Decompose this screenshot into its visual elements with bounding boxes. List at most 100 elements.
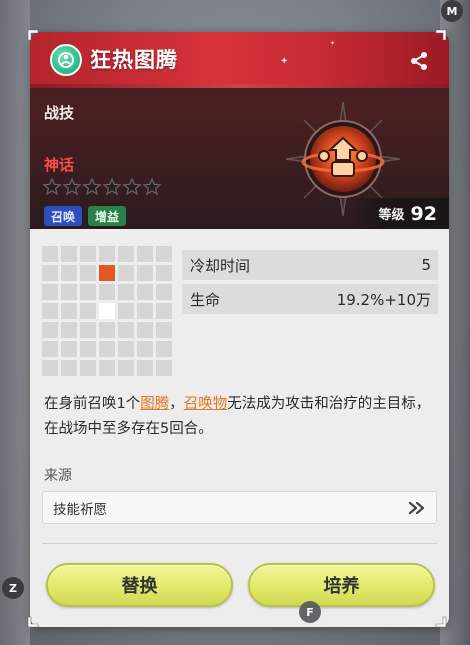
tag-summon: 召唤 [44, 206, 83, 226]
frame-corner-icon [26, 611, 44, 629]
stat-label: 冷却时间 [190, 256, 251, 275]
grid-cell [42, 360, 58, 376]
grid-cell [156, 265, 172, 281]
keyword-link-summon[interactable]: 召唤物 [184, 396, 228, 412]
grid-cell [118, 303, 134, 319]
frame-corner-icon [430, 28, 448, 46]
grid-cell [61, 303, 77, 319]
description-text: ， [169, 396, 184, 412]
share-icon[interactable] [408, 50, 430, 72]
grid-cell-caster [99, 303, 115, 319]
skill-type: 战技 [44, 104, 75, 122]
grid-cell [137, 303, 153, 319]
level-value: 92 [410, 202, 437, 225]
grid-cell [156, 322, 172, 338]
grid-cell [80, 246, 96, 262]
grid-cell [118, 284, 134, 300]
star-rating [42, 177, 162, 197]
skill-category-icon [50, 44, 82, 76]
grid-cell [61, 322, 77, 338]
grid-cell [61, 265, 77, 281]
frame-corner-icon [26, 28, 44, 46]
grid-cell [118, 341, 134, 357]
grid-cell [137, 360, 153, 376]
grid-cell [156, 360, 172, 376]
stat-row-cooldown: 冷却时间 5 [182, 250, 438, 280]
grid-cell [99, 284, 115, 300]
grid-cell [61, 284, 77, 300]
grid-cell [118, 322, 134, 338]
sparkle-decoration: ✦ [280, 56, 289, 67]
skill-description: 在身前召唤1个图腾，召唤物无法成为攻击和治疗的主目标，在战场中至多存在5回合。 [44, 392, 442, 442]
star-empty-icon [122, 177, 142, 197]
upgrade-button-label: 培养 [323, 576, 360, 597]
grid-cell [137, 265, 153, 281]
grid-cell [80, 341, 96, 357]
grid-cell [42, 265, 58, 281]
star-empty-icon [142, 177, 162, 197]
star-empty-icon [82, 177, 102, 197]
key-hint-m: M [441, 0, 463, 22]
grid-cell [80, 303, 96, 319]
replace-button[interactable]: 替换 [46, 563, 233, 607]
grid-cell [99, 360, 115, 376]
star-empty-icon [42, 177, 62, 197]
skill-title: 狂热图腾 [90, 48, 178, 72]
grid-cell [99, 341, 115, 357]
grid-cell [156, 303, 172, 319]
star-empty-icon [62, 177, 82, 197]
grid-cell [61, 360, 77, 376]
grid-cell [42, 284, 58, 300]
level-display: 等级 92 [348, 198, 449, 229]
grid-cell [156, 284, 172, 300]
stat-value: 5 [421, 256, 431, 274]
title-bar: 狂热图腾 ✦ ✦ [30, 32, 449, 88]
grid-cell [61, 246, 77, 262]
level-label: 等级 [378, 208, 405, 223]
skill-tags: 召唤 增益 [44, 206, 127, 226]
grid-cell [156, 246, 172, 262]
grid-cell [80, 284, 96, 300]
skill-card: 狂热图腾 ✦ ✦ 战技 神话 召唤 增益 等级 92 冷却时间 5 生命 19.… [30, 32, 449, 627]
grid-cell [80, 360, 96, 376]
grid-cell [80, 322, 96, 338]
frame-corner-icon [430, 611, 448, 629]
grid-cell [137, 341, 153, 357]
keyword-link-totem[interactable]: 图腾 [140, 396, 169, 412]
source-heading: 来源 [44, 468, 72, 484]
grid-cell [80, 265, 96, 281]
key-hint-f: F [299, 601, 321, 623]
star-empty-icon [102, 177, 122, 197]
grid-cell-target [99, 265, 115, 281]
grid-cell [137, 284, 153, 300]
grid-cell [42, 322, 58, 338]
tag-buff: 增益 [88, 206, 127, 226]
grid-cell [42, 303, 58, 319]
skill-header: 狂热图腾 ✦ ✦ 战技 神话 召唤 增益 等级 92 [30, 32, 449, 229]
divider [42, 534, 437, 544]
grid-cell [137, 322, 153, 338]
grid-cell [137, 246, 153, 262]
rarity-label: 神话 [44, 156, 75, 174]
grid-cell [118, 246, 134, 262]
replace-button-label: 替换 [121, 576, 158, 597]
grid-cell [118, 360, 134, 376]
grid-cell [99, 246, 115, 262]
grid-cell [99, 322, 115, 338]
double-chevron-right-icon [408, 501, 426, 515]
stat-label: 生命 [190, 290, 221, 309]
grid-cell [42, 341, 58, 357]
skill-area-grid [42, 246, 172, 376]
upgrade-button[interactable]: 培养 [248, 563, 435, 607]
sparkle-decoration: ✦ [330, 40, 336, 47]
stat-value: 19.2%+10万 [336, 290, 431, 309]
grid-cell [61, 341, 77, 357]
background-left [0, 0, 30, 645]
grid-cell [156, 341, 172, 357]
grid-cell [118, 265, 134, 281]
description-text: 在身前召唤1个 [44, 396, 141, 412]
source-item-label: 技能祈愿 [53, 501, 107, 518]
stat-row-hp: 生命 19.2%+10万 [182, 284, 438, 314]
source-item-skill-wish[interactable]: 技能祈愿 [42, 491, 437, 524]
key-hint-z: Z [2, 577, 24, 599]
